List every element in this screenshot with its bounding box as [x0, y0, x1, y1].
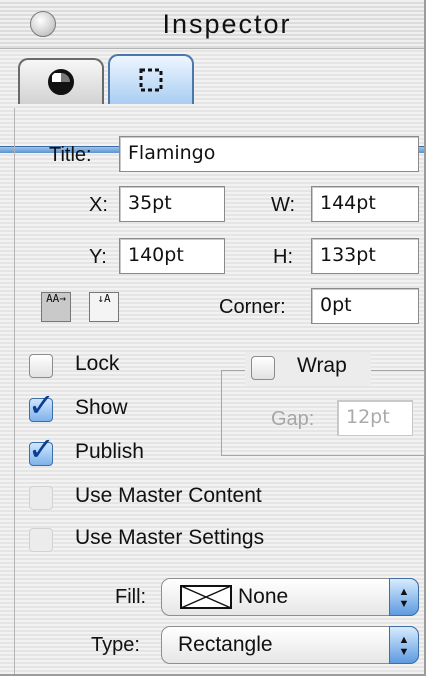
corner-field[interactable]: 0pt: [311, 288, 419, 324]
lock-checkbox[interactable]: [29, 354, 53, 378]
tab-strip: [0, 48, 424, 153]
h-field[interactable]: 133pt: [311, 238, 419, 274]
use-master-settings-label: Use Master Settings: [75, 526, 265, 549]
h-label: H:: [273, 246, 293, 268]
y-label: Y:: [89, 246, 107, 268]
fill-popup[interactable]: None ▲ ▼: [161, 578, 419, 616]
title-bar[interactable]: Inspector: [0, 0, 424, 49]
type-popup[interactable]: Rectangle ▲ ▼: [161, 626, 419, 664]
text-vertical-icon[interactable]: ↓A: [89, 292, 119, 322]
text-vertical-glyph: ↓A: [97, 292, 111, 305]
type-label: Type:: [91, 634, 140, 656]
text-horizontal-icon[interactable]: AA→: [41, 292, 71, 322]
tab-geometry[interactable]: [108, 54, 194, 104]
x-label: X:: [89, 194, 108, 216]
no-fill-swatch-icon: [180, 585, 232, 609]
title-label: Title:: [49, 144, 92, 166]
publish-label: Publish: [75, 440, 144, 463]
wrap-header: Wrap: [245, 352, 371, 386]
gap-label: Gap:: [271, 408, 315, 430]
y-field[interactable]: 140pt: [119, 238, 225, 274]
use-master-content-checkbox[interactable]: [29, 486, 53, 510]
show-label: Show: [75, 396, 128, 419]
wrap-label: Wrap: [297, 354, 347, 377]
text-horizontal-glyph: AA→: [46, 292, 66, 305]
type-value: Rectangle: [178, 633, 273, 656]
marquee-box-icon: [139, 68, 163, 92]
title-field[interactable]: Flamingo: [119, 136, 419, 172]
w-label: W:: [271, 194, 296, 216]
inspector-window: Inspector Title: Flamingo X: 35pt W: 144…: [0, 0, 426, 676]
use-master-content-label: Use Master Content: [75, 484, 262, 507]
popup-arrows-icon: ▲ ▼: [389, 578, 419, 616]
w-field[interactable]: 144pt: [311, 186, 419, 222]
wrap-checkbox[interactable]: [251, 356, 275, 380]
gap-field[interactable]: 12pt: [337, 400, 413, 436]
shape-globe-icon: [48, 69, 74, 95]
publish-checkbox[interactable]: ✓: [28, 433, 55, 466]
x-field[interactable]: 35pt: [119, 186, 225, 222]
checkmark-icon: ✓: [28, 430, 55, 468]
inspector-panel: Title: Flamingo X: 35pt W: 144pt Y: 140p…: [14, 108, 425, 674]
corner-label: Corner:: [219, 296, 286, 318]
tab-shape[interactable]: [18, 58, 104, 104]
checkmark-icon: ✓: [28, 386, 55, 424]
popup-arrows-icon: ▲ ▼: [389, 626, 419, 664]
use-master-settings-checkbox[interactable]: [29, 528, 53, 552]
window-title: Inspector: [162, 9, 292, 39]
lock-label: Lock: [75, 352, 120, 375]
fill-value: None: [238, 585, 289, 608]
fill-label: Fill:: [115, 586, 147, 608]
show-checkbox[interactable]: ✓: [28, 389, 55, 422]
